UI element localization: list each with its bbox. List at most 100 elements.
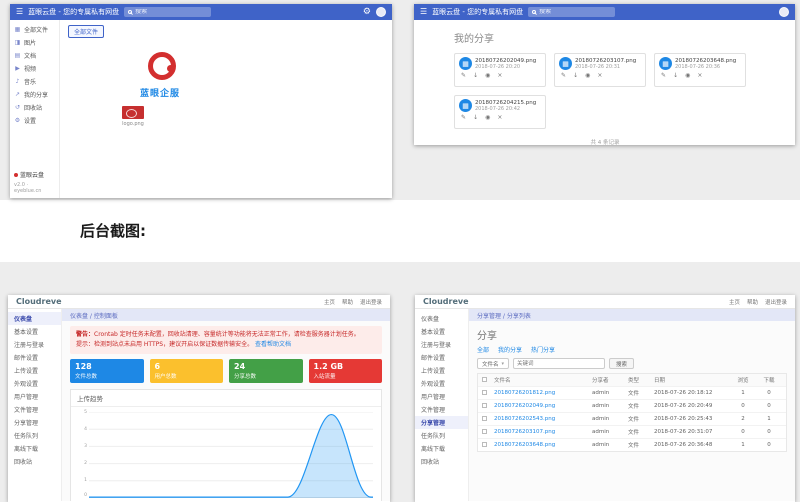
col-header[interactable]: 日期 (654, 376, 730, 384)
sidebar-item[interactable]: ♪ 音乐 (10, 75, 59, 88)
file-name-link[interactable]: 20180726202049.png (494, 403, 592, 409)
delete-icon[interactable] (497, 73, 502, 79)
table-row[interactable]: 20180726202049.png admin 文件 2018-07-26 2… (478, 399, 786, 412)
row-checkbox[interactable] (482, 429, 487, 434)
admin-sidebar-item[interactable]: 离线下载 (415, 442, 468, 455)
admin-sidebar-item[interactable]: 用户管理 (8, 390, 61, 403)
sidebar-item[interactable]: ↗ 我的分享 (10, 88, 59, 101)
col-header[interactable]: 下载 (756, 376, 782, 384)
col-header[interactable]: 文件名 (494, 376, 592, 384)
share-card[interactable]: 20180726203648.png 2018-07-26 20:36 (654, 53, 746, 87)
admin-sidebar-item[interactable]: 任务队列 (415, 429, 468, 442)
stat-card-shares[interactable]: 24 分享总数 (229, 359, 303, 383)
admin-sidebar-item[interactable]: 邮件设置 (8, 351, 61, 364)
menu-icon[interactable] (16, 8, 23, 16)
admin-sidebar-item[interactable]: 离线下载 (8, 442, 61, 455)
field-select[interactable]: 文件名 (477, 358, 509, 369)
admin-sidebar-item[interactable]: 仪表盘 (415, 312, 468, 325)
eye-icon[interactable] (485, 115, 490, 121)
admin-logo[interactable]: Cloudreve (16, 297, 62, 306)
row-checkbox[interactable] (482, 403, 487, 408)
topbar-link[interactable]: 退出登录 (360, 298, 382, 306)
col-header[interactable]: 类型 (628, 376, 654, 384)
image-thumbnail[interactable] (122, 106, 144, 119)
gear-icon[interactable] (363, 7, 371, 17)
share-card[interactable]: 20180726204215.png 2018-07-26 20:42 (454, 95, 546, 129)
topbar-link[interactable]: 主页 (729, 298, 740, 306)
filter-tab-link[interactable]: 全部 (477, 345, 489, 354)
table-row[interactable]: 20180726201812.png admin 文件 2018-07-26 2… (478, 386, 786, 399)
table-row[interactable]: 20180726202543.png admin 文件 2018-07-26 2… (478, 412, 786, 425)
admin-sidebar-item[interactable]: 基本设置 (415, 325, 468, 338)
search-button[interactable]: 搜索 (609, 358, 634, 369)
file-name-link[interactable]: 20180726203648.png (494, 442, 592, 448)
stat-card-users[interactable]: 6 用户总数 (150, 359, 224, 383)
admin-sidebar-item[interactable]: 仪表盘 (8, 312, 61, 325)
admin-sidebar-item[interactable]: 基本设置 (8, 325, 61, 338)
col-header[interactable]: 浏览 (730, 376, 756, 384)
admin-sidebar-item[interactable]: 上传设置 (415, 364, 468, 377)
avatar[interactable] (779, 7, 789, 17)
admin-sidebar-item[interactable]: 邮件设置 (415, 351, 468, 364)
table-row[interactable]: 20180726203107.png admin 文件 2018-07-26 2… (478, 425, 786, 438)
select-all-checkbox[interactable] (482, 377, 487, 382)
keyword-input[interactable] (513, 358, 605, 369)
topbar-link[interactable]: 退出登录 (765, 298, 787, 306)
drive-search-box[interactable] (124, 7, 211, 17)
row-checkbox[interactable] (482, 390, 487, 395)
stat-card-traffic[interactable]: 1.2 GB 入站流量 (309, 359, 383, 383)
admin-sidebar-item[interactable]: 外观设置 (415, 377, 468, 390)
admin-sidebar-item[interactable]: 文件管理 (415, 403, 468, 416)
sidebar-item[interactable]: ◨ 图片 (10, 36, 59, 49)
sidebar-item[interactable]: ▦ 全部文件 (10, 23, 59, 36)
admin-sidebar-item[interactable]: 注册与登录 (415, 338, 468, 351)
download-icon[interactable] (473, 115, 478, 121)
sidebar-item[interactable]: ▶ 视频 (10, 62, 59, 75)
menu-icon[interactable] (420, 8, 427, 16)
eye-icon[interactable] (585, 73, 590, 79)
admin-sidebar-item[interactable]: 注册与登录 (8, 338, 61, 351)
sidebar-item[interactable]: ▤ 文档 (10, 49, 59, 62)
share-card[interactable]: 20180726202049.png 2018-07-26 20:20 (454, 53, 546, 87)
admin-sidebar-item[interactable]: 分享管理 (8, 416, 61, 429)
edit-icon[interactable] (561, 73, 566, 79)
shares-search-box[interactable] (528, 7, 615, 17)
admin-sidebar-item[interactable]: 任务队列 (8, 429, 61, 442)
admin-sidebar-item[interactable]: 回收站 (8, 455, 61, 468)
filter-tab-link[interactable]: 我的分享 (498, 345, 522, 354)
drive-search-input[interactable] (135, 9, 207, 15)
eye-icon[interactable] (685, 73, 690, 79)
shares-search-input[interactable] (539, 9, 611, 15)
admin-sidebar-item[interactable]: 外观设置 (8, 377, 61, 390)
admin-sidebar-item[interactable]: 分享管理 (415, 416, 468, 429)
file-name-link[interactable]: 20180726203107.png (494, 429, 592, 435)
file-name-link[interactable]: 20180726202543.png (494, 416, 592, 422)
download-icon[interactable] (573, 73, 578, 79)
row-checkbox[interactable] (482, 416, 487, 421)
topbar-link[interactable]: 帮助 (747, 298, 758, 306)
all-files-button[interactable]: 全部文件 (68, 25, 104, 38)
avatar[interactable] (376, 7, 386, 17)
alert-help-link[interactable]: 查看帮助文档 (255, 341, 291, 348)
eye-icon[interactable] (485, 73, 490, 79)
brand-logo-image[interactable] (148, 52, 176, 80)
col-header[interactable]: 分享者 (592, 376, 628, 384)
admin-sidebar-item[interactable]: 回收站 (415, 455, 468, 468)
file-name-link[interactable]: 20180726201812.png (494, 390, 592, 396)
row-checkbox[interactable] (482, 442, 487, 447)
download-icon[interactable] (673, 73, 678, 79)
delete-icon[interactable] (697, 73, 702, 79)
admin-sidebar-item[interactable]: 文件管理 (8, 403, 61, 416)
edit-icon[interactable] (461, 73, 466, 79)
admin-logo[interactable]: Cloudreve (423, 297, 469, 306)
delete-icon[interactable] (497, 115, 502, 121)
table-row[interactable]: 20180726203648.png admin 文件 2018-07-26 2… (478, 438, 786, 451)
edit-icon[interactable] (461, 115, 466, 121)
admin-sidebar-item[interactable]: 用户管理 (415, 390, 468, 403)
share-card[interactable]: 20180726203107.png 2018-07-26 20:31 (554, 53, 646, 87)
edit-icon[interactable] (661, 73, 666, 79)
sidebar-item[interactable]: ⚙ 设置 (10, 114, 59, 127)
topbar-link[interactable]: 主页 (324, 298, 335, 306)
download-icon[interactable] (473, 73, 478, 79)
topbar-link[interactable]: 帮助 (342, 298, 353, 306)
